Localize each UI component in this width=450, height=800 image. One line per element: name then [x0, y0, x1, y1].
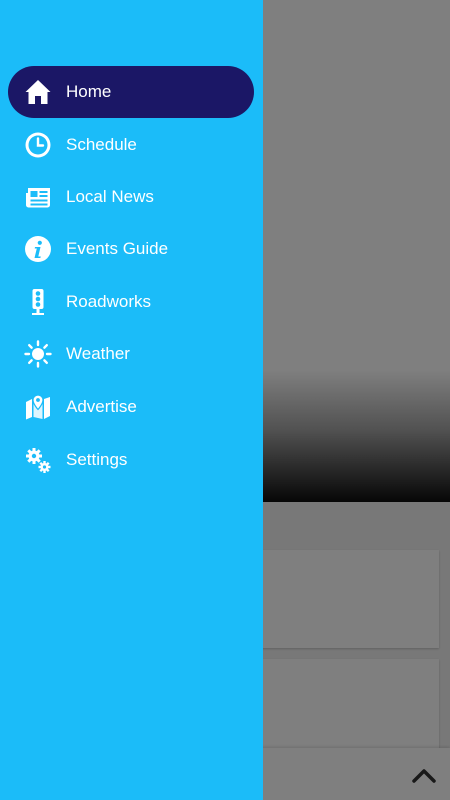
gears-icon: [26, 448, 51, 473]
nav-item-home[interactable]: Home: [8, 66, 254, 118]
traffic-light-icon: [32, 289, 44, 315]
nav-item-label: Weather: [66, 344, 130, 363]
home-icon: [25, 80, 51, 104]
nav-item-label: Schedule: [66, 135, 137, 154]
info-icon: [25, 236, 51, 262]
nav-item-advertise[interactable]: Advertise: [8, 381, 254, 433]
nav-item-label: Local News: [66, 187, 154, 206]
nav-item-schedule[interactable]: Schedule: [8, 119, 254, 171]
navigation-drawer: Home Schedule Local News Events Guide Ro…: [0, 0, 263, 800]
nav-item-label: Advertise: [66, 397, 137, 416]
nav-item-label: Home: [66, 82, 112, 101]
nav-item-label: Events Guide: [66, 239, 169, 258]
nav-item-label: Roadworks: [66, 292, 152, 311]
nav-item-weather[interactable]: Weather: [8, 328, 254, 380]
map-marker-icon: [26, 394, 50, 420]
nav-item-label: Settings: [66, 450, 128, 469]
nav-item-events-guide[interactable]: Events Guide: [8, 223, 254, 275]
nav-item-roadworks[interactable]: Roadworks: [8, 276, 254, 328]
nav-item-settings[interactable]: Settings: [8, 434, 254, 486]
clock-icon: [25, 132, 51, 158]
sun-icon: [24, 340, 52, 368]
nav-item-local-news[interactable]: Local News: [8, 171, 254, 223]
newspaper-icon: [26, 188, 50, 208]
